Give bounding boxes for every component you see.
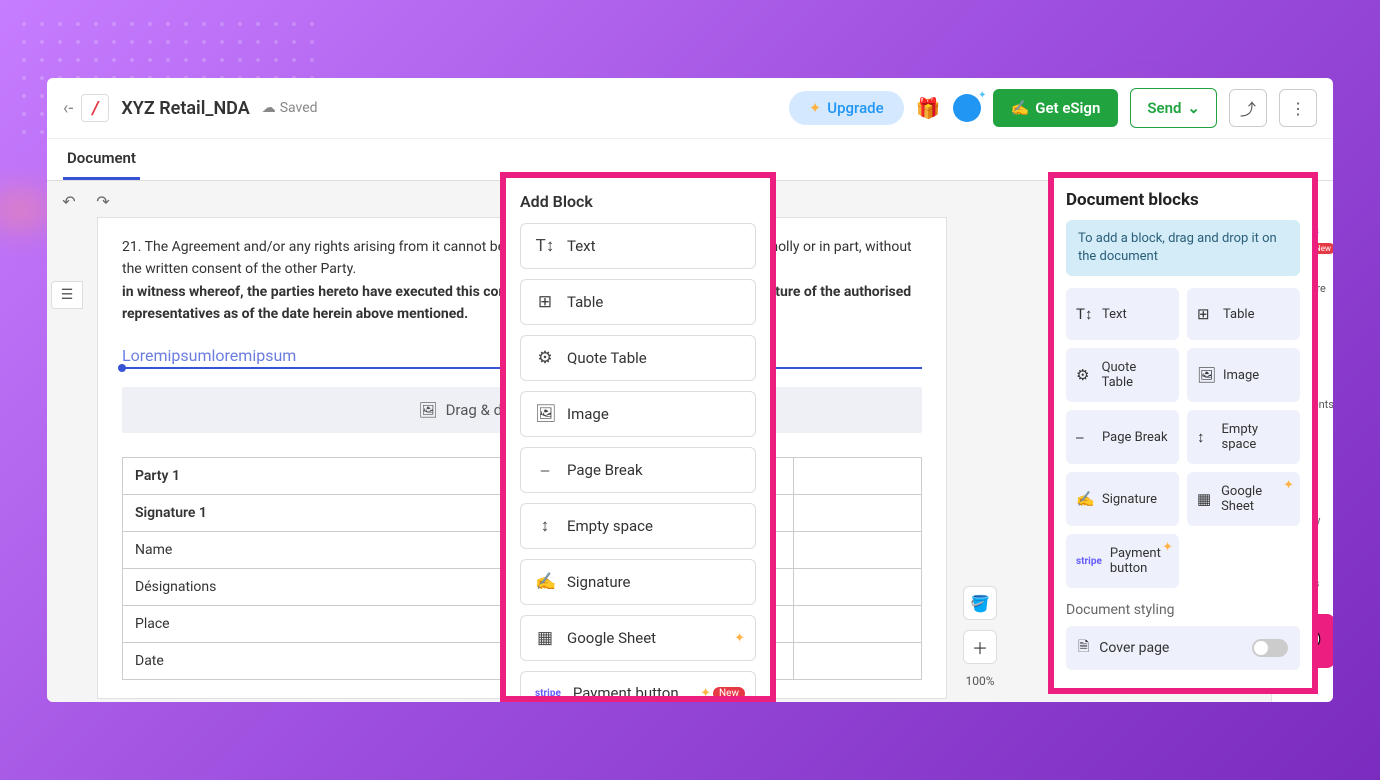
add-block-popup: Add Block T↕Text ⊞Table ⚙Quote Table 🖼Im… <box>500 172 776 702</box>
saved-status: ☁ Saved <box>262 100 318 116</box>
stripe-icon: stripe <box>535 688 561 699</box>
page-break-icon: ⎯ <box>1076 428 1094 446</box>
sparkle-icon: ✦ <box>734 631 745 646</box>
signature-icon: ✍ <box>1076 490 1094 508</box>
more-icon: ⋮ <box>1290 99 1306 118</box>
block-text[interactable]: T↕Text <box>520 223 756 269</box>
grid-image[interactable]: 🖼Image <box>1187 348 1300 402</box>
grid-quote-table[interactable]: ⚙Quote Table <box>1066 348 1179 402</box>
sparkle-icon: ✦ <box>1283 478 1294 493</box>
outline-icon[interactable]: ☰ <box>51 281 83 309</box>
header: ‹- / XYZ Retail_NDA ☁ Saved ✦ Upgrade 🎁 … <box>47 78 1333 139</box>
block-payment-button[interactable]: stripePayment button✦New <box>520 671 756 702</box>
sparkle-icon: ✦ <box>809 99 822 117</box>
back-icon[interactable]: ‹- <box>63 98 73 119</box>
undo-redo-toolbar: ↶ ↷ <box>55 187 117 215</box>
undo-button[interactable]: ↶ <box>55 187 83 215</box>
block-table[interactable]: ⊞Table <box>520 279 756 325</box>
table-icon: ⊞ <box>1197 305 1215 323</box>
chevron-down-icon: ⌄ <box>1187 99 1200 117</box>
share-icon: ⤴ <box>1240 96 1256 120</box>
sheet-icon: ▦ <box>535 628 555 648</box>
block-image[interactable]: 🖼Image <box>520 391 756 437</box>
doc-logo-icon: / <box>81 94 109 122</box>
stripe-icon: stripe <box>1076 556 1102 567</box>
new-badge: New <box>713 687 745 700</box>
tab-document[interactable]: Document <box>63 139 140 180</box>
document-blocks-title: Document blocks <box>1066 190 1300 210</box>
gear-icon: ⚙ <box>535 348 555 368</box>
redo-button[interactable]: ↷ <box>89 187 117 215</box>
block-signature[interactable]: ✍Signature <box>520 559 756 605</box>
image-icon: 🖼 <box>1197 366 1215 384</box>
get-esign-button[interactable]: ✍ Get eSign <box>993 89 1119 127</box>
avatar[interactable] <box>953 94 981 122</box>
signature-icon: ✍ <box>1011 99 1030 117</box>
text-icon: T↕ <box>535 236 555 256</box>
add-block-title: Add Block <box>520 192 756 211</box>
share-button[interactable]: ⤴ <box>1229 89 1267 127</box>
page-break-icon: ⎯ <box>535 460 555 480</box>
canvas-tools: 🪣 ＋ 100% <box>963 586 997 688</box>
signature-icon: ✍ <box>535 572 555 592</box>
document-blocks-panel: Document blocks To add a block, drag and… <box>1048 172 1318 694</box>
grid-empty-space[interactable]: ↕Empty space <box>1187 410 1300 464</box>
grid-text[interactable]: T↕Text <box>1066 288 1179 340</box>
page-icon: 🗎 <box>1078 636 1089 660</box>
block-google-sheet[interactable]: ▦Google Sheet✦ <box>520 615 756 661</box>
doc-title[interactable]: XYZ Retail_NDA <box>121 98 249 119</box>
block-empty-space[interactable]: ↕Empty space <box>520 503 756 549</box>
styling-heading: Document styling <box>1066 602 1300 618</box>
cover-page-row[interactable]: 🗎 Cover page <box>1066 626 1300 670</box>
table-icon: ⊞ <box>535 292 555 312</box>
image-icon: 🖼 <box>535 404 555 424</box>
grid-page-break[interactable]: ⎯Page Break <box>1066 410 1179 464</box>
sparkle-icon: ✦ <box>700 686 711 701</box>
grid-google-sheet[interactable]: ▦Google Sheet✦ <box>1187 472 1300 526</box>
grid-signature[interactable]: ✍Signature <box>1066 472 1179 526</box>
gear-icon: ⚙ <box>1076 366 1094 384</box>
upgrade-button[interactable]: ✦ Upgrade <box>789 91 904 125</box>
fill-tool[interactable]: 🪣 <box>963 586 997 620</box>
image-icon: 🖼 <box>419 401 438 419</box>
space-icon: ↕ <box>535 516 555 536</box>
send-button[interactable]: Send ⌄ <box>1130 88 1217 128</box>
sheet-icon: ▦ <box>1197 490 1213 508</box>
zoom-in-button[interactable]: ＋ <box>963 630 997 664</box>
block-quote-table[interactable]: ⚙Quote Table <box>520 335 756 381</box>
zoom-level: 100% <box>965 674 994 688</box>
block-page-break[interactable]: ⎯Page Break <box>520 447 756 493</box>
grid-payment-button[interactable]: stripePayment button✦ <box>1066 534 1179 588</box>
sparkle-icon: ✦ <box>1162 540 1173 555</box>
block-grid: T↕Text ⊞Table ⚙Quote Table 🖼Image ⎯Page … <box>1066 288 1300 588</box>
drag-hint: To add a block, drag and drop it on the … <box>1066 220 1300 276</box>
more-button[interactable]: ⋮ <box>1279 89 1317 127</box>
cover-page-toggle[interactable] <box>1252 639 1288 657</box>
space-icon: ↕ <box>1197 428 1214 446</box>
text-icon: T↕ <box>1076 305 1094 323</box>
cloud-icon: ☁ <box>262 100 276 116</box>
grid-table[interactable]: ⊞Table <box>1187 288 1300 340</box>
gift-icon[interactable]: 🎁 <box>916 96 941 120</box>
